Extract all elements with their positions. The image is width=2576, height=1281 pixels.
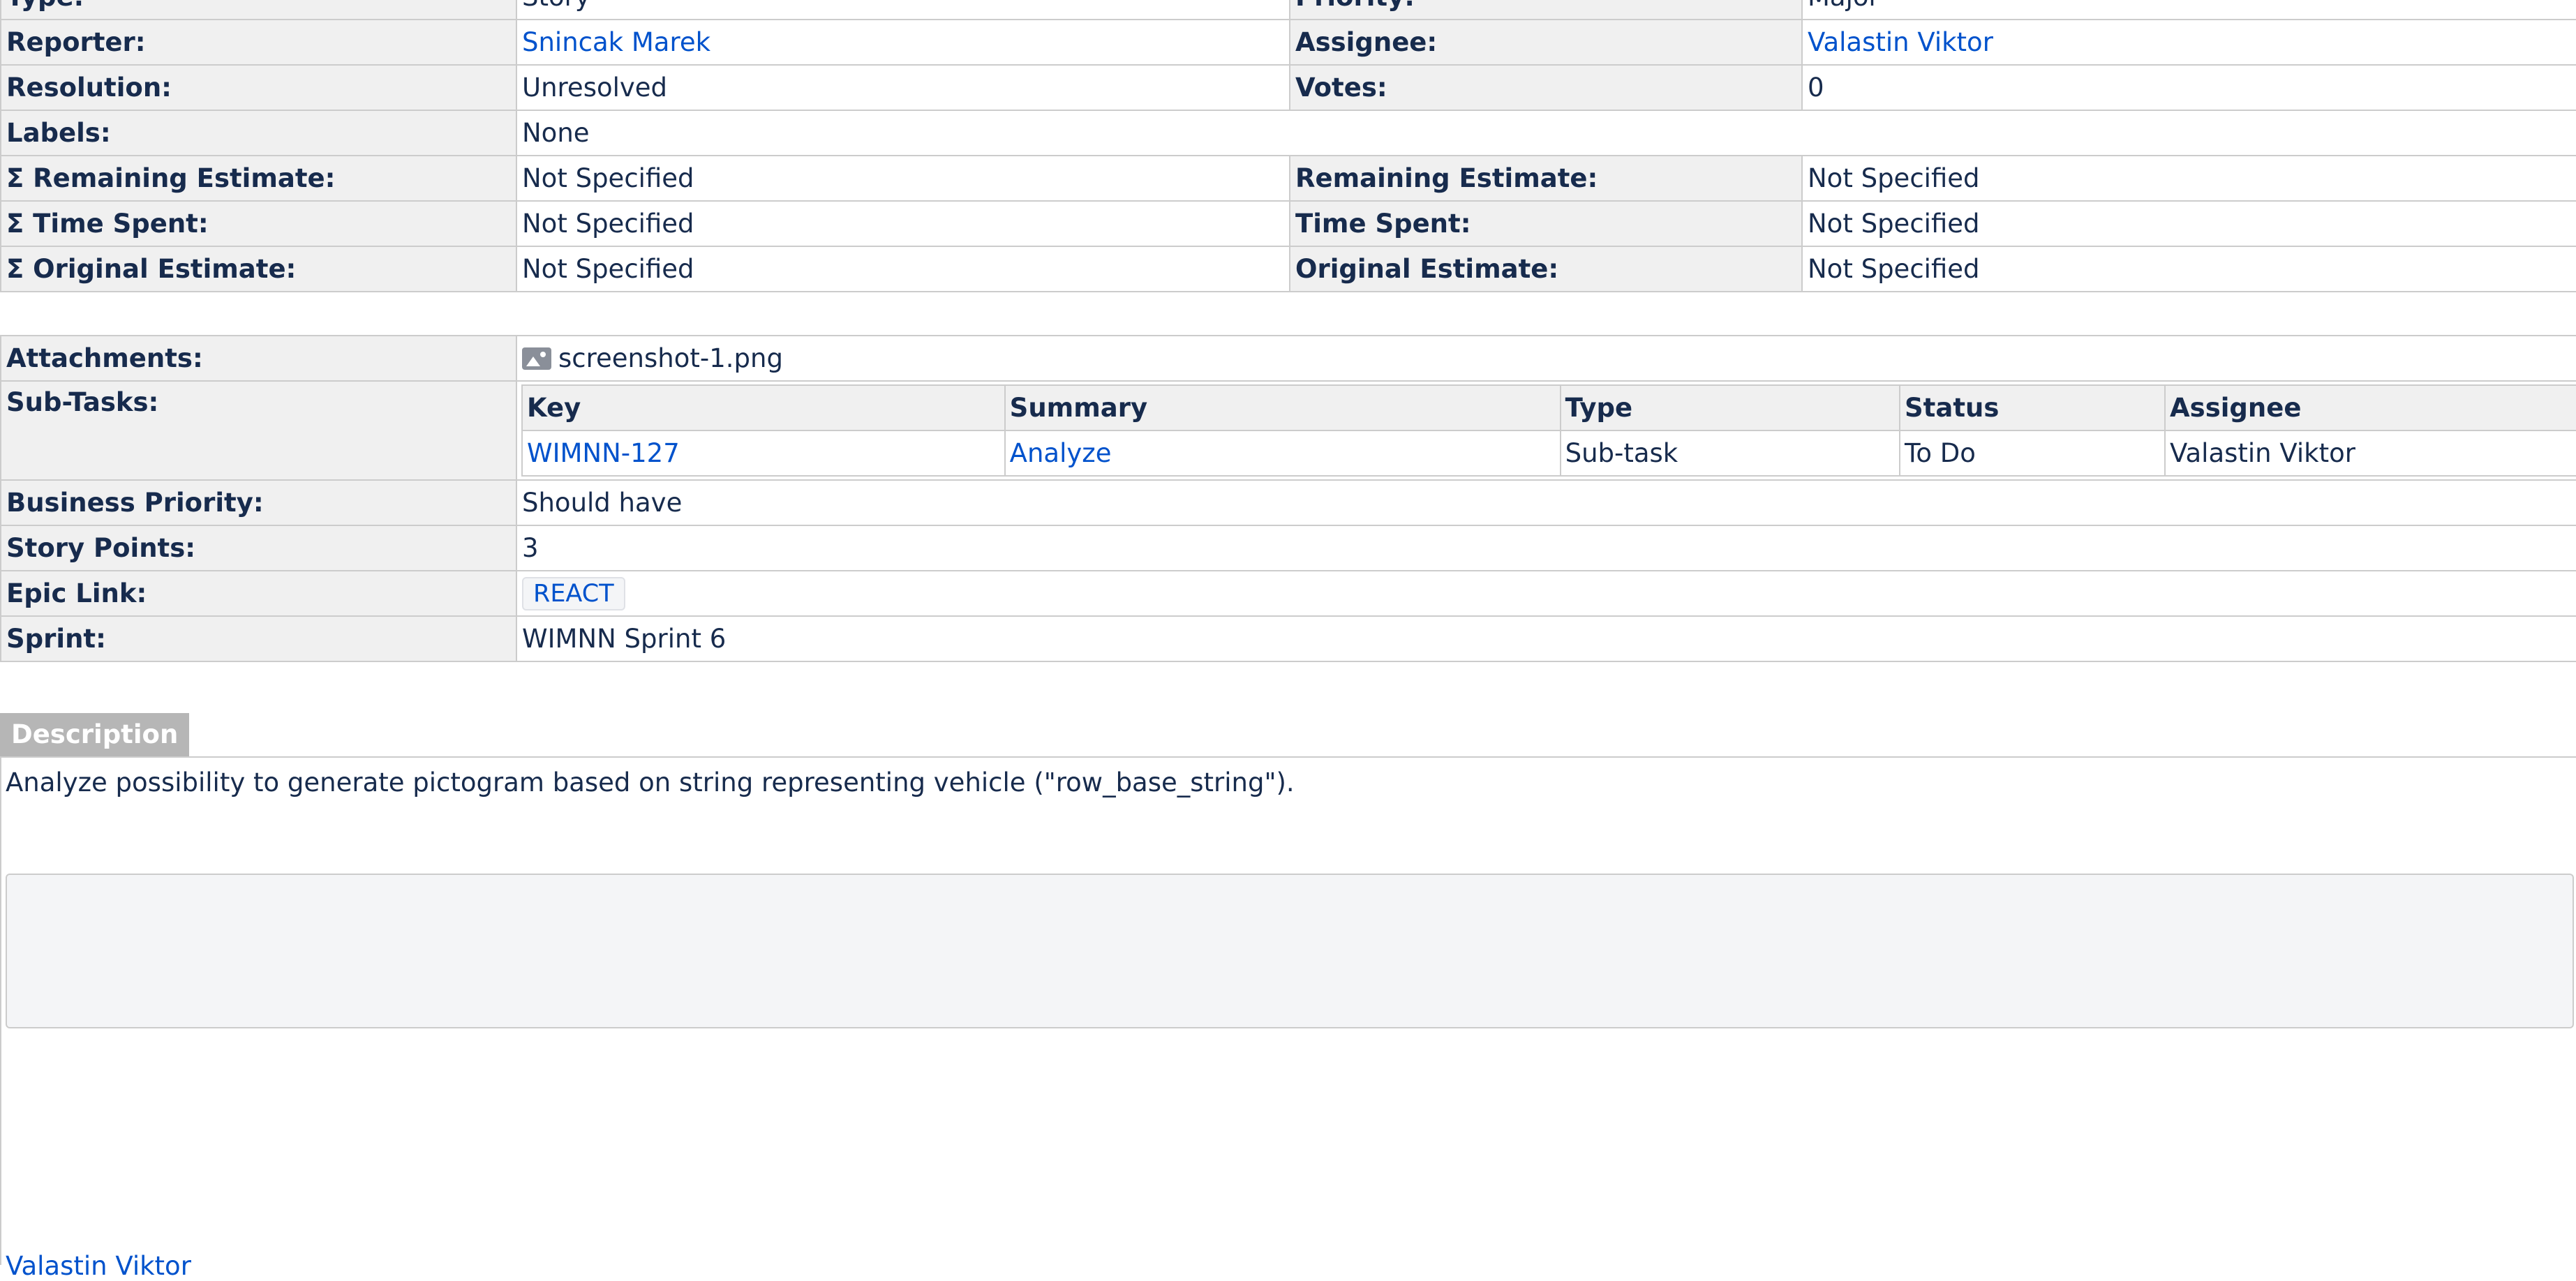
field-value: Not Specified	[1801, 246, 2576, 292]
column-header-key[interactable]: Key	[521, 384, 1006, 431]
field-row-business-priority: Business Priority: Should have	[0, 479, 2576, 526]
field-value-story-points: 3	[516, 525, 2576, 571]
field-row-sprint: Sprint: WIMNN Sprint 6	[0, 615, 2576, 662]
subtasks-header-row: Key Summary Type Status Assignee	[521, 384, 2576, 431]
field-row-subtasks: Sub-Tasks: Key Summary Type Status Assig…	[0, 380, 2576, 481]
table-row: WIMNN-127 Analyze Sub-task To Do Valasti…	[521, 430, 2576, 477]
subtask-status: To Do	[1899, 430, 2166, 477]
field-label: Remaining Estimate:	[1289, 155, 1803, 202]
field-value: Not Specified	[1801, 200, 2576, 247]
column-header-status[interactable]: Status	[1899, 384, 2166, 431]
field-label: Original Estimate:	[1289, 246, 1803, 292]
field-value: Not Specified	[516, 200, 1290, 247]
column-header-type[interactable]: Type	[1559, 384, 1901, 431]
field-value-labels: None	[516, 110, 2576, 156]
reporter-link[interactable]: Snincak Marek	[522, 27, 710, 57]
column-header-assignee[interactable]: Assignee	[2164, 384, 2576, 431]
field-label: Resolution:	[0, 64, 517, 111]
issue-details-table: Attachments: screenshot-1.png Sub-Tasks:…	[0, 335, 2576, 662]
field-label: Story Points:	[0, 525, 517, 571]
field-value-type: Story	[516, 0, 1290, 20]
assignee-link[interactable]: Valastin Viktor	[1808, 27, 1993, 57]
description-left-border	[0, 756, 1, 1265]
field-value-priority: Major	[1801, 0, 2576, 20]
subtasks-table: Key Summary Type Status Assignee WIMNN-1…	[521, 384, 2576, 477]
field-row-attachments: Attachments: screenshot-1.png	[0, 335, 2576, 382]
field-label: Business Priority:	[0, 479, 517, 526]
field-label: Time Spent:	[1289, 200, 1803, 247]
field-value: Not Specified	[1801, 155, 2576, 202]
description-divider	[0, 756, 2576, 758]
field-label: Assignee:	[1289, 19, 1803, 66]
subtask-type: Sub-task	[1559, 430, 1901, 477]
field-label: Labels:	[0, 110, 517, 156]
field-value-resolution: Unresolved	[516, 64, 1290, 111]
description-tab[interactable]: Description	[0, 713, 190, 756]
subtask-assignee: Valastin Viktor	[2164, 430, 2576, 477]
field-row-time-spent: Σ Time Spent: Not Specified Time Spent: …	[0, 200, 2576, 247]
image-file-icon	[522, 347, 551, 370]
field-value-business-priority: Should have	[516, 479, 2576, 526]
description-text: Analyze possibility to generate pictogra…	[6, 767, 1295, 797]
field-label: Σ Original Estimate:	[0, 246, 517, 292]
attachment-link[interactable]: screenshot-1.png	[558, 343, 783, 373]
subtask-key-link[interactable]: WIMNN-127	[527, 438, 680, 468]
field-value: Not Specified	[516, 246, 1290, 292]
description-panel	[6, 874, 2574, 1028]
field-label: Sub-Tasks:	[0, 380, 517, 481]
field-label: Votes:	[1289, 64, 1803, 111]
field-value-sprint: WIMNN Sprint 6	[516, 615, 2576, 662]
field-label: Reporter:	[0, 19, 517, 66]
subtask-summary-link[interactable]: Analyze	[1010, 438, 1112, 468]
issue-fields-table: Type: Story Priority: Major Reporter: Sn…	[0, 0, 2576, 292]
user-link[interactable]: Valastin Viktor	[6, 1251, 191, 1281]
field-row-remaining-estimate: Σ Remaining Estimate: Not Specified Rema…	[0, 155, 2576, 202]
field-label: Type:	[0, 0, 517, 20]
field-label: Σ Time Spent:	[0, 200, 517, 247]
field-row-original-estimate: Σ Original Estimate: Not Specified Origi…	[0, 246, 2576, 292]
field-row-reporter: Reporter: Snincak Marek Assignee: Valast…	[0, 19, 2576, 66]
field-label: Σ Remaining Estimate:	[0, 155, 517, 202]
field-label: Sprint:	[0, 615, 517, 662]
field-label: Epic Link:	[0, 570, 517, 617]
field-label: Attachments:	[0, 335, 517, 382]
field-row-epic-link: Epic Link: REACT	[0, 570, 2576, 617]
epic-link-lozenge[interactable]: REACT	[522, 576, 625, 610]
field-row-type: Type: Story Priority: Major	[0, 0, 2576, 20]
field-value: Not Specified	[516, 155, 1290, 202]
column-header-summary[interactable]: Summary	[1004, 384, 1561, 431]
field-row-resolution: Resolution: Unresolved Votes: 0	[0, 64, 2576, 111]
field-value-votes: 0	[1801, 64, 2576, 111]
field-label: Priority:	[1289, 0, 1803, 20]
field-row-story-points: Story Points: 3	[0, 525, 2576, 571]
field-row-labels: Labels: None	[0, 110, 2576, 156]
